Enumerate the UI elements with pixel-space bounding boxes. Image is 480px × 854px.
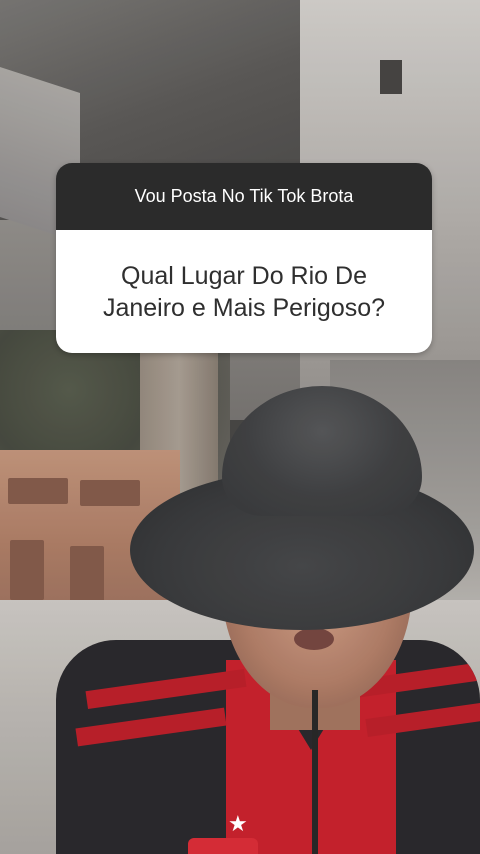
hat-cord xyxy=(312,690,318,854)
star-icon: ★ xyxy=(228,812,248,837)
shirt-crest-badge xyxy=(188,838,258,854)
question-sticker[interactable]: Vou Posta No Tik Tok Brota Qual Lugar Do… xyxy=(56,163,432,353)
question-text: Qual Lugar Do Rio De Janeiro e Mais Peri… xyxy=(102,261,386,322)
bucket-hat-crown xyxy=(222,386,422,516)
question-sticker-header: Vou Posta No Tik Tok Brota xyxy=(56,163,432,230)
shirt-stripe xyxy=(85,668,247,710)
story-viewer[interactable]: ★ Vou Posta No Tik Tok Brota Qual Lugar … xyxy=(0,0,480,854)
mouth xyxy=(294,628,334,650)
question-sticker-body: Qual Lugar Do Rio De Janeiro e Mais Peri… xyxy=(56,230,432,353)
question-sticker-prompt: Vou Posta No Tik Tok Brota xyxy=(134,186,354,206)
person: ★ xyxy=(0,0,480,854)
shirt-stripe xyxy=(75,707,227,747)
